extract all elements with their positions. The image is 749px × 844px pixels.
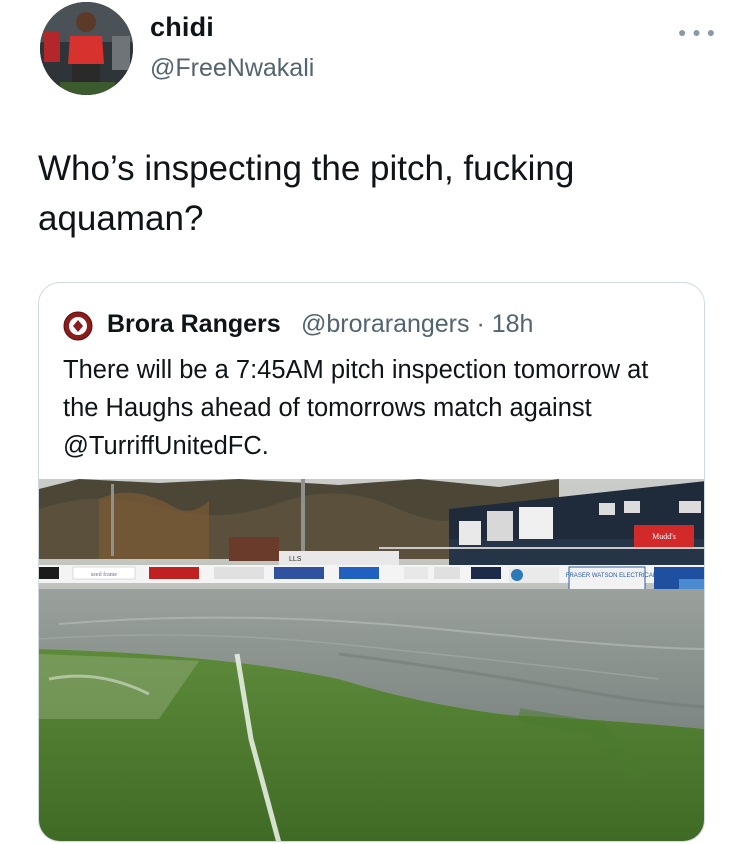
separator-dot: ·	[476, 310, 485, 338]
quoted-handle[interactable]: @brorarangers	[301, 310, 470, 338]
avatar-photo	[40, 2, 133, 95]
brora-rangers-logo-icon	[63, 311, 93, 341]
flooded-pitch-photo[interactable]: Mudd's LLS seed frame FRASER WATSON ELEC…	[39, 479, 705, 842]
fraser-watson-sign: FRASER WATSON ELECTRICAL	[566, 573, 657, 579]
lls-sign: LLS	[289, 556, 302, 563]
seed-frame-sign: seed frame	[91, 571, 117, 578]
avatar[interactable]	[40, 2, 133, 95]
quoted-display-name[interactable]: Brora Rangers	[107, 310, 281, 339]
quoted-timestamp[interactable]: 18h	[492, 310, 534, 338]
author-display-name[interactable]: chidi	[150, 12, 214, 43]
quoted-tweet-card[interactable]: Brora Rangers @brorarangers · 18h There …	[38, 282, 705, 842]
mudds-sign: Mudd's	[652, 532, 676, 541]
tweet-text: Who’s inspecting the pitch, fucking aqua…	[38, 149, 575, 238]
quoted-tweet-text: There will be a 7:45AM pitch inspection …	[63, 356, 649, 460]
more-options-icon[interactable]: ● ● ●	[678, 24, 716, 40]
author-handle[interactable]: @FreeNwakali	[150, 54, 314, 83]
quoted-handle-and-time: @brorarangers · 18h	[301, 310, 533, 339]
